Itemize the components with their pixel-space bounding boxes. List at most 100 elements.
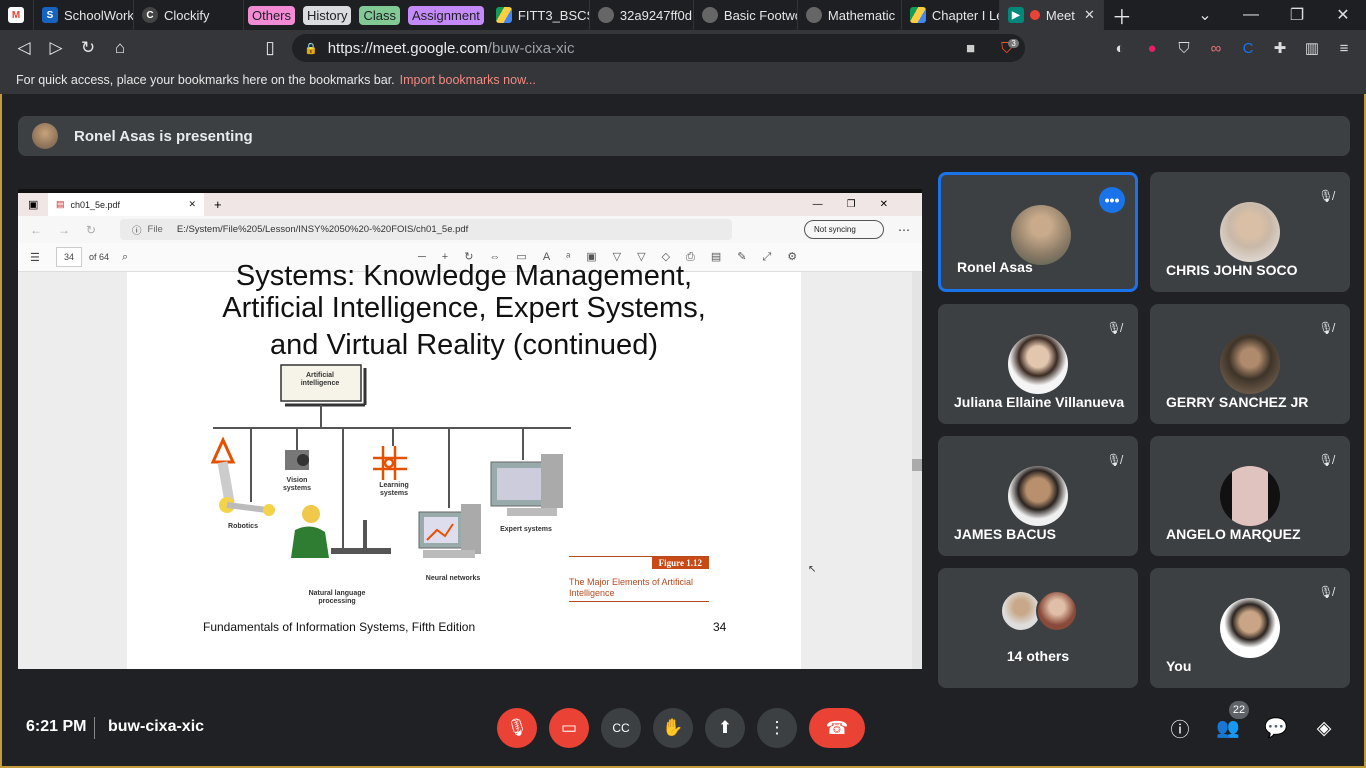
tab-fitt3[interactable]: FITT3_BSCS2 — [488, 0, 590, 30]
meeting-time: 6:21 PM — [26, 718, 87, 735]
file-label: File — [147, 224, 163, 235]
participant-tile[interactable]: 🎙︎̸ Juliana Ellaine Villanueva — [938, 304, 1138, 424]
close-window-icon[interactable]: ✕ — [1320, 5, 1366, 25]
participant-tile[interactable]: 🎙︎̸ JAMES BACUS — [938, 436, 1138, 556]
mic-off-icon: 🎙︎̸ — [1106, 321, 1122, 335]
tab-32a9247[interactable]: 32a9247ff0d — [590, 0, 694, 30]
avatar — [32, 123, 58, 149]
meeting-code: buw-cixa-xic — [108, 718, 205, 735]
figure-number: Figure 1.12 — [651, 557, 709, 569]
diagram-root: Artificial intelligence — [300, 372, 340, 387]
mic-off-icon: 🎙︎̸ — [1106, 453, 1122, 467]
shared-window-controls: —❐✕ — [812, 199, 912, 210]
present-button[interactable]: ⬆ — [705, 708, 745, 748]
tab-basic-footwork[interactable]: Basic Footwo — [694, 0, 798, 30]
self-tile[interactable]: 🎙︎̸ You — [1150, 568, 1350, 688]
new-tab-button[interactable]: ＋ — [1104, 0, 1140, 30]
bookmark-icon[interactable]: ▯ — [254, 32, 286, 64]
brave-shield-icon[interactable]: ⛉ 3 — [996, 30, 1024, 66]
extension-icon-4[interactable]: C — [1234, 30, 1262, 66]
tab-search-icon[interactable]: ⌄ — [1182, 5, 1228, 25]
not-syncing-button: Not syncing — [804, 220, 884, 239]
tab-clockify[interactable]: C Clockify — [134, 0, 244, 30]
participant-tile[interactable]: 🎙︎̸ GERRY SANCHEZ JR — [1150, 304, 1350, 424]
url-host: https://meet.google.com — [327, 39, 488, 57]
shared-tab-strip: ▣ ▤ ch01_5e.pdf ✕ + —❐✕ — [18, 189, 922, 216]
address-bar[interactable]: 🔒 https://meet.google.com/buw-cixa-xic ■ — [292, 34, 1025, 62]
tab-group-assignment[interactable]: Assignment — [404, 0, 488, 30]
mic-toggle-button[interactable]: 🎙︎ — [497, 708, 537, 748]
shared-screen: ▣ ▤ ch01_5e.pdf ✕ + —❐✕ ←→↻ ⓘ File E:/Sy… — [18, 189, 922, 669]
ublock-icon[interactable]: ⛉ — [1170, 30, 1198, 66]
participant-tile[interactable]: 🎙︎̸ ANGELO MARQUEZ — [1150, 436, 1350, 556]
import-bookmarks-link[interactable]: Import bookmarks now... — [400, 73, 536, 87]
shared-tab-close-icon: ✕ — [188, 199, 196, 209]
tab-label: Mathematic — [827, 7, 896, 23]
tab-label: 32a9247ff0d — [619, 7, 692, 23]
page-current: 34 — [63, 252, 74, 262]
participant-name: GERRY SANCHEZ JR — [1166, 394, 1309, 410]
participant-name: JAMES BACUS — [954, 526, 1056, 542]
slide-title-line2: Artificial Intelligence, Expert Systems, — [222, 292, 706, 324]
diagram-vision-systems: Vision systems — [282, 477, 312, 492]
url-path: /buw-cixa-xic — [487, 39, 575, 57]
not-syncing-label: Not syncing — [814, 225, 856, 234]
restore-icon[interactable]: ❐ — [1274, 5, 1320, 25]
shared-more-icon: ⋯ — [898, 222, 910, 237]
bookmarks-hint: For quick access, place your bookmarks h… — [16, 73, 395, 87]
people-count-badge: 22 — [1229, 701, 1249, 719]
tab-group-class[interactable]: Class — [355, 0, 404, 30]
activities-icon[interactable]: ◈ — [1310, 714, 1338, 742]
forward-icon[interactable]: ▷ — [40, 32, 72, 64]
diagram-expert-systems: Expert systems — [500, 526, 552, 533]
camera-toggle-button[interactable]: ▭ — [549, 708, 589, 748]
brave-badge: 3 — [1008, 38, 1019, 48]
camera-blocked-icon[interactable]: ■ — [966, 40, 975, 57]
tab-mathematics[interactable]: Mathematic — [798, 0, 902, 30]
info-icon: ⓘ — [132, 225, 142, 237]
participant-name: ANGELO MARQUEZ — [1166, 526, 1301, 542]
sidebar-icon[interactable]: ▥ — [1298, 30, 1326, 66]
globe-icon — [805, 7, 822, 23]
pdf-viewer: Systems: Knowledge Management, Artificia… — [18, 260, 922, 669]
participant-tile[interactable]: ••• Ronel Asas — [938, 172, 1138, 292]
mic-off-icon: 🎙︎̸ — [1318, 585, 1334, 599]
tab-strip: M S SchoolWorks C Clockify Others Histor… — [0, 0, 1366, 30]
extension-icon-2[interactable]: ● — [1138, 30, 1166, 66]
globe-icon — [701, 7, 718, 23]
tab-chapter-i[interactable]: Chapter I Le — [902, 0, 1000, 30]
tab-group-history[interactable]: History — [299, 0, 355, 30]
tab-meet[interactable]: ▶ Meet ✕ — [999, 0, 1104, 30]
leave-call-button[interactable]: ☎ — [809, 708, 865, 748]
extension-icon-3[interactable]: ∞ — [1202, 30, 1230, 66]
tab-schoolworks[interactable]: S SchoolWorks — [34, 0, 134, 30]
back-icon[interactable]: ◁ — [8, 32, 40, 64]
participant-avatar — [1011, 205, 1071, 265]
raise-hand-button[interactable]: ✋ — [653, 708, 693, 748]
minimize-icon[interactable]: — — [1228, 6, 1274, 24]
home-icon[interactable]: ⌂ — [104, 32, 136, 64]
presenting-text: Ronel Asas is presenting — [74, 127, 253, 145]
extension-icon-1[interactable]: ◐ — [1106, 30, 1134, 66]
participant-tile[interactable]: 🎙︎̸ CHRIS JOHN SOCO — [1150, 172, 1350, 292]
pdf-page: Systems: Knowledge Management, Artificia… — [127, 260, 801, 669]
more-options-button[interactable]: ⋮ — [757, 708, 797, 748]
file-path: E:/System/File%205/Lesson/INSY%2050%20-%… — [176, 224, 469, 235]
others-tile[interactable]: 14 others — [938, 568, 1138, 688]
chat-icon[interactable]: 💬 — [1262, 714, 1290, 742]
lock-icon: 🔒 — [304, 42, 318, 55]
tab-gmail[interactable]: M — [0, 0, 34, 30]
participant-avatar — [1220, 466, 1280, 526]
schoolworks-icon: S — [42, 7, 58, 23]
shared-pdf-tab: ▤ ch01_5e.pdf ✕ — [48, 193, 204, 216]
captions-button[interactable]: CC — [601, 708, 641, 748]
tab-group-others[interactable]: Others — [244, 0, 299, 30]
meeting-details-icon[interactable]: ⓘ — [1166, 714, 1194, 742]
shared-new-tab-icon: + — [214, 197, 222, 212]
more-options-icon[interactable]: ••• — [1099, 187, 1125, 213]
close-tab-icon[interactable]: ✕ — [1084, 7, 1095, 23]
reload-icon[interactable]: ↻ — [72, 32, 104, 64]
extensions-puzzle-icon[interactable]: ✚ — [1266, 30, 1294, 66]
participant-avatar — [1036, 590, 1078, 632]
menu-icon[interactable]: ≡ — [1330, 30, 1358, 66]
